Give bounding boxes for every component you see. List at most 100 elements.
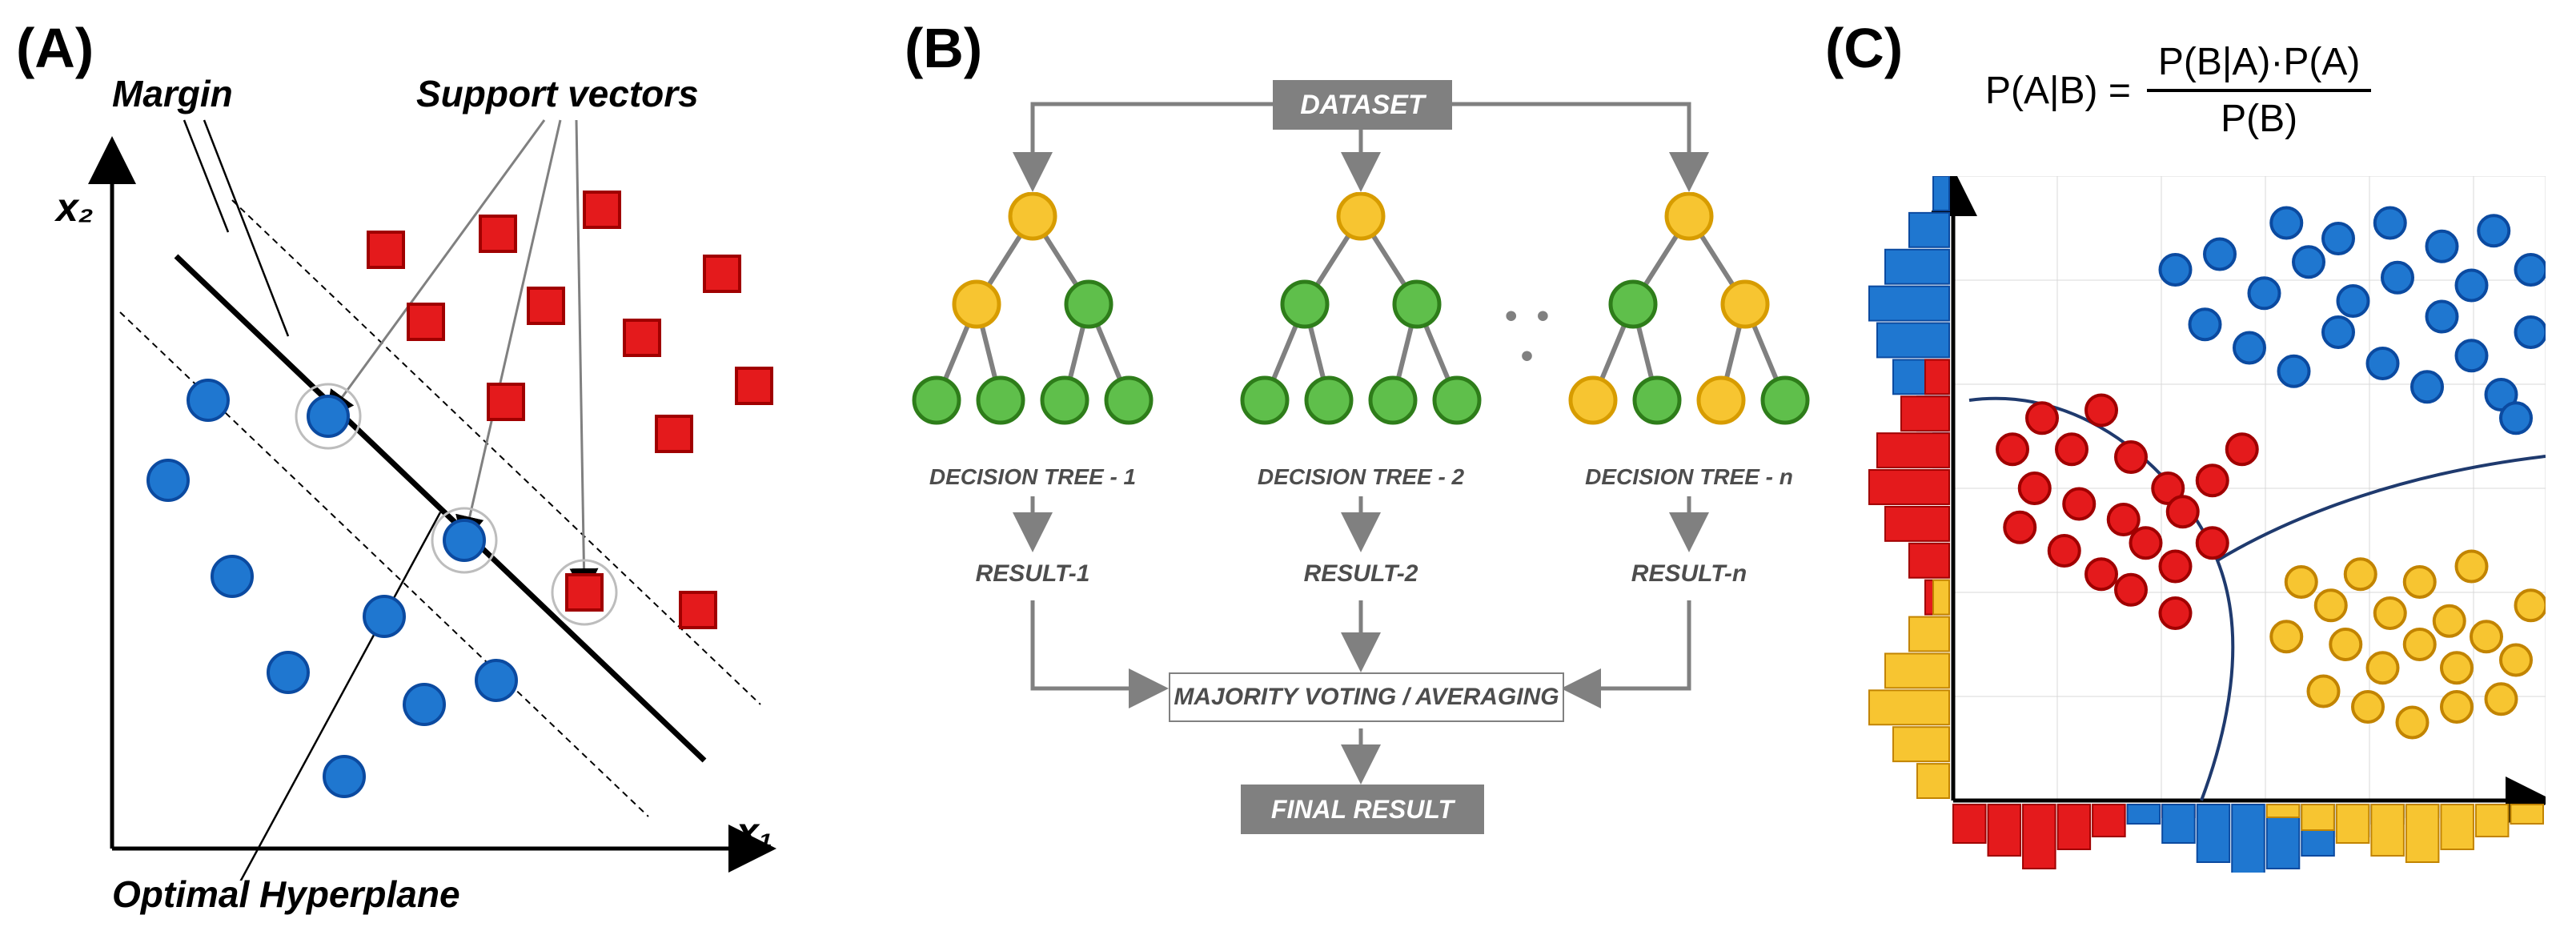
scatter-point-red xyxy=(2131,528,2161,558)
yhist-bar xyxy=(1933,580,1949,615)
scatter-point-blue xyxy=(2271,208,2301,239)
scatter-point-blue xyxy=(2457,271,2487,301)
yhist-bar xyxy=(1909,213,1949,247)
tree-2-label: DECISION TREE - 2 xyxy=(1241,464,1481,490)
xhist-bar xyxy=(2267,805,2300,817)
scatter-point-red xyxy=(2197,528,2228,558)
xhist-bar xyxy=(2406,805,2439,862)
yhist-bar xyxy=(1869,690,1949,724)
scatter-point-blue xyxy=(2323,317,2353,347)
xhist-bar xyxy=(2232,805,2265,873)
panel-a-red-points xyxy=(368,192,772,628)
formula-denominator: P(B) xyxy=(2221,92,2297,141)
panel-a-support-vectors-label: Support vectors xyxy=(416,72,699,115)
scatter-point-red xyxy=(2004,512,2035,543)
xhist-bar xyxy=(1988,805,2021,856)
tree-svg xyxy=(905,192,1161,464)
scatter-point-blue xyxy=(2323,223,2353,254)
tree-svg xyxy=(1561,192,1817,464)
scatter-point-blue xyxy=(2293,247,2324,277)
yhist-bar xyxy=(1877,433,1949,468)
scatter-point-yellow xyxy=(2457,552,2487,582)
scatter-point-yellow xyxy=(2397,708,2428,738)
scatter-point-red xyxy=(2086,559,2117,589)
scatter-point-red xyxy=(2227,434,2257,464)
panel-a-blue-points xyxy=(148,380,516,797)
xhist-bar xyxy=(2301,805,2334,830)
tree-3-label: DECISION TREE - n xyxy=(1569,464,1809,490)
scatter-point-yellow xyxy=(2434,606,2465,636)
yhist-bar xyxy=(1925,359,1949,394)
yhist-bar xyxy=(1885,507,1949,541)
final-result-box: FINAL RESULT xyxy=(1241,785,1484,834)
scatter-point-red xyxy=(2049,536,2080,566)
xhist-bar xyxy=(2162,805,2195,843)
scatter-point-red xyxy=(2056,434,2087,464)
xhist-bar xyxy=(2510,805,2543,824)
yhist-bar xyxy=(1909,544,1949,578)
xhist-bar xyxy=(2128,805,2161,824)
scatter-point-yellow xyxy=(2405,567,2435,597)
scatter-point-red xyxy=(2116,575,2146,605)
scatter-point-blue xyxy=(2338,286,2369,316)
scatter-point-blue xyxy=(2375,208,2405,239)
scatter-point-yellow xyxy=(2345,559,2376,589)
scatter-point-blue xyxy=(2190,309,2221,339)
panel-b-label: (B) xyxy=(905,16,982,80)
panel-a-svg xyxy=(48,96,817,881)
scatter-point-red xyxy=(2020,473,2050,504)
scatter-point-yellow xyxy=(2375,598,2405,628)
tree-svg xyxy=(1233,192,1489,464)
scatter-point-yellow xyxy=(2405,629,2435,660)
scatter-point-red xyxy=(1997,434,2028,464)
scatter-point-blue xyxy=(2249,278,2280,308)
scatter-point-yellow xyxy=(2309,676,2339,707)
xhist-bar xyxy=(2337,805,2369,843)
scatter-point-yellow xyxy=(2501,645,2531,676)
scatter-point-blue xyxy=(2368,348,2398,379)
scatter-point-yellow xyxy=(2442,692,2472,722)
tree-3 xyxy=(1561,192,1817,464)
scatter-point-red xyxy=(2027,403,2057,433)
scatter-point-yellow xyxy=(2286,567,2317,597)
trees-ellipsis: • • • xyxy=(1497,296,1561,376)
yhist-bar xyxy=(1893,727,1949,761)
scatter-point-blue xyxy=(2412,371,2442,402)
scatter-point-yellow xyxy=(2271,621,2301,652)
tree-1 xyxy=(905,192,1161,464)
formula-lhs: P(A|B) = xyxy=(1985,69,2131,113)
xhist-bar xyxy=(2023,805,2056,869)
scatter-point-red xyxy=(2168,496,2198,527)
yhist-bar xyxy=(1885,250,1949,284)
scatter-point-blue xyxy=(2382,263,2413,293)
tree-1-label: DECISION TREE - 1 xyxy=(913,464,1153,490)
scatter-point-blue xyxy=(2516,317,2546,347)
panel-a-axis-x-label: x₁ xyxy=(736,809,772,855)
scatter-point-red xyxy=(2161,552,2191,582)
panel-b-container: DATASET • xyxy=(937,80,1777,881)
xhist-bar xyxy=(2197,805,2230,862)
xhist-bar xyxy=(2371,805,2404,856)
yhist-bar xyxy=(1877,323,1949,358)
yhist-bar xyxy=(1917,764,1949,798)
scatter-point-red xyxy=(2064,489,2094,520)
yhist-bar xyxy=(1869,470,1949,504)
scatter-point-red xyxy=(2161,598,2191,628)
xhist-bar xyxy=(1953,805,1986,843)
scatter-point-yellow xyxy=(2442,652,2472,683)
scatter-point-yellow xyxy=(2516,590,2546,620)
majority-box: MAJORITY VOTING / AVERAGING xyxy=(1169,672,1564,722)
scatter-point-blue xyxy=(2501,403,2531,433)
scatter-point-blue xyxy=(2161,255,2191,285)
result-3-label: RESULT-n xyxy=(1609,560,1769,588)
yhist-bar xyxy=(1901,396,1949,431)
xhist-bar xyxy=(2441,805,2474,849)
panel-a-margin-label: Margin xyxy=(112,72,233,115)
xhist-bar xyxy=(2058,805,2091,849)
xhist-bar xyxy=(2476,805,2509,837)
result-2-label: RESULT-2 xyxy=(1281,560,1441,588)
scatter-point-red xyxy=(2197,465,2228,496)
scatter-point-yellow xyxy=(2471,621,2502,652)
scatter-point-red xyxy=(2086,395,2117,426)
scatter-point-blue xyxy=(2279,356,2309,387)
